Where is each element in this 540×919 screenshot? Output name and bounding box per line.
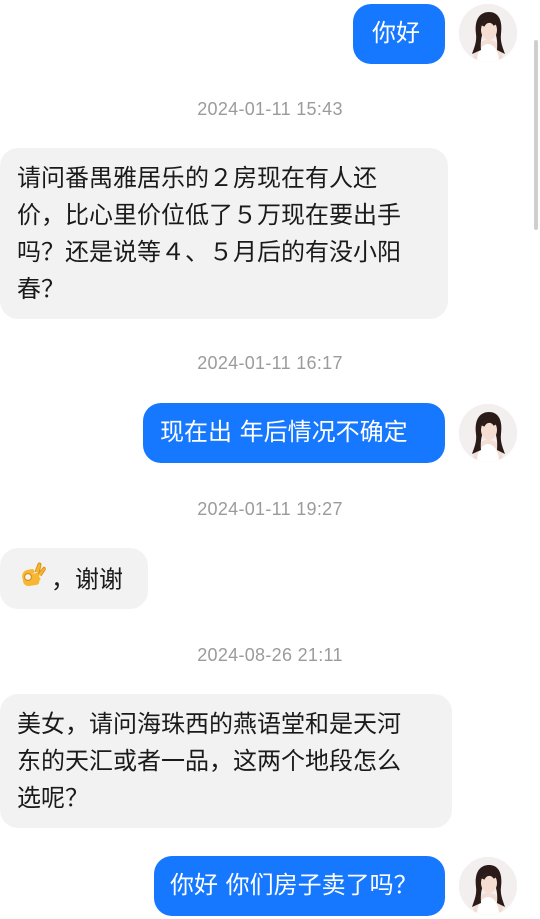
avatar[interactable] bbox=[459, 404, 517, 462]
outgoing-message[interactable]: 现在出 年后情况不确定 bbox=[143, 403, 445, 463]
message-text: ，谢谢 bbox=[51, 565, 123, 594]
avatar-photo-icon bbox=[459, 404, 517, 462]
timestamp: 2024-01-11 19:27 bbox=[197, 499, 343, 519]
message-line: 请问番禺雅居乐的２房现在有人还 bbox=[17, 164, 377, 192]
message-text: 你好 bbox=[372, 19, 420, 47]
avatar-photo-icon bbox=[459, 857, 517, 915]
avatar[interactable] bbox=[459, 857, 517, 915]
message-line: 价，比心里价位低了５万现在要出手 bbox=[17, 201, 401, 229]
chat-conversation: 你好 2024-01-11 15:43 请问番禺雅居乐的２房现在有人还 价，比心… bbox=[0, 0, 540, 919]
message-line: 美女，请问海珠西的燕语堂和是天河 bbox=[17, 710, 401, 738]
incoming-message[interactable]: 请问番禺雅居乐的２房现在有人还 价，比心里价位低了５万现在要出手 吗？还是说等４… bbox=[0, 148, 448, 319]
message-text: 你好 你们房子卖了吗？ bbox=[170, 871, 418, 899]
message-line: 春？ bbox=[17, 275, 65, 303]
avatar[interactable] bbox=[459, 4, 517, 62]
message-line: 吗？还是说等４、５月后的有没小阳 bbox=[17, 238, 401, 266]
ok-hand-icon bbox=[17, 560, 47, 601]
avatar-photo-icon bbox=[459, 4, 517, 62]
incoming-message[interactable]: 美女，请问海珠西的燕语堂和是天河 东的天汇或者一品，这两个地段怎么 选呢？ bbox=[0, 694, 452, 828]
outgoing-message[interactable]: 你好 bbox=[353, 4, 445, 64]
scrollbar[interactable] bbox=[534, 40, 538, 230]
message-line: 东的天汇或者一品，这两个地段怎么 bbox=[17, 747, 401, 775]
incoming-message[interactable]: ，谢谢 bbox=[0, 548, 148, 609]
timestamp: 2024-08-26 21:11 bbox=[197, 645, 343, 665]
message-line: 选呢？ bbox=[17, 784, 89, 812]
message-text: 现在出 年后情况不确定 bbox=[160, 418, 408, 446]
outgoing-message[interactable]: 你好 你们房子卖了吗？ bbox=[154, 856, 445, 916]
timestamp: 2024-01-11 16:17 bbox=[197, 353, 343, 373]
timestamp: 2024-01-11 15:43 bbox=[197, 99, 343, 119]
